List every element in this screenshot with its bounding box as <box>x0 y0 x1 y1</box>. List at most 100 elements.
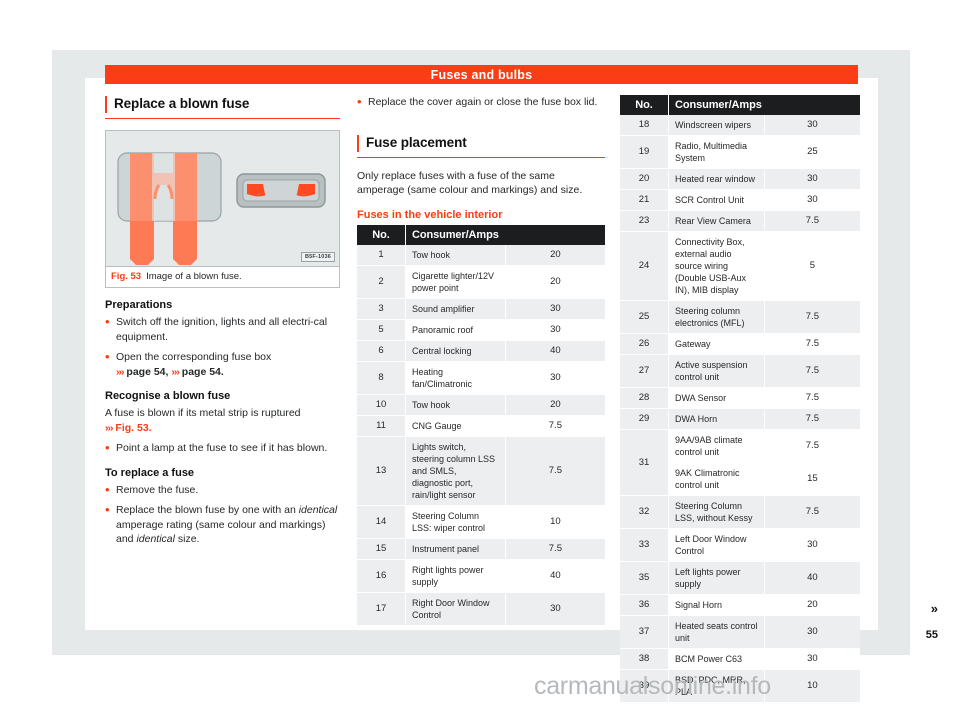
cell-consumer: BCM Power C63 <box>668 648 765 670</box>
cell-consumer: Lights switch, steering column LSS and S… <box>405 436 506 506</box>
figure-reference-53[interactable]: ››› Fig. 53. <box>105 422 152 434</box>
cell-fuse-number: 35 <box>620 561 669 595</box>
cell-consumer: Cigarette lighter/12V power point <box>405 265 506 299</box>
table-row: 2 Cigarette lighter/12V power point 20 <box>357 265 605 299</box>
cell-fuse-number: 38 <box>620 648 669 670</box>
cell-fuse-number: 8 <box>357 361 406 395</box>
paragraph-metal-strip-ruptured: A fuse is blown if its metal strip is ru… <box>105 406 340 435</box>
cell-consumer: Heated seats control unit <box>668 615 765 649</box>
table-body: 1 Tow hook 20 2 Cigarette lighter/12V power … <box>357 244 605 626</box>
cell-amps: 7.5 <box>763 210 860 232</box>
cell-consumer: Heating fan/Climatronic <box>405 361 506 395</box>
continuation-marker: » <box>930 601 938 616</box>
cell-consumer: SCR Control Unit <box>668 189 765 211</box>
cell-consumer: 9AK Climatronic control unit <box>668 462 765 496</box>
cell-consumer: DWA Horn <box>668 408 765 430</box>
table-row: 5 Panoramic roof 30 <box>357 319 605 341</box>
column-header-no: No. <box>357 224 406 245</box>
cell-amps: 7.5 <box>504 538 605 560</box>
right-column: No. Consumer/Amps 18 Windscreen wipers 30 1… <box>620 95 860 703</box>
cell-fuse-number: 36 <box>620 594 669 616</box>
table-row: 3 Sound amplifier 30 <box>357 298 605 320</box>
cell-amps: 20 <box>763 594 860 616</box>
cell-consumer: Signal Horn <box>668 594 765 616</box>
cell-consumer: Central locking <box>405 340 506 362</box>
figure-caption-text: Image of a blown fuse. <box>146 271 242 282</box>
cell-consumer: Rear View Camera <box>668 210 765 232</box>
figure-blown-fuse: B5F-1036 Fig. 53 Image of a blown fuse. <box>105 130 340 288</box>
table-header: No. Consumer/Amps <box>357 224 605 245</box>
table-row: 31 9AA/9AB climate control unit 7.5 <box>620 429 860 496</box>
page-reference-54[interactable]: ››› page 54, ››› page 54. <box>116 366 224 378</box>
table-row: 24 Connectivity Box, external audio sourc… <box>620 231 860 301</box>
cell-amps: 30 <box>763 615 860 649</box>
bullet-remove-the-fuse: Remove the fuse. <box>105 482 340 498</box>
table-row: 1 Tow hook 20 <box>357 244 605 266</box>
cell-fuse-number: 32 <box>620 495 669 529</box>
cell-consumer: Tow hook <box>405 244 506 266</box>
cell-fuse-number: 21 <box>620 189 669 211</box>
cell-fuse-number: 13 <box>357 436 406 506</box>
cell-amps: 7.5 <box>763 354 860 388</box>
table-row: 6 Central locking 40 <box>357 340 605 362</box>
cell-amps: 30 <box>763 115 860 136</box>
cell-amps: 30 <box>763 189 860 211</box>
cell-amps: 30 <box>504 298 605 320</box>
watermark: carmanualsonline.info <box>534 672 771 700</box>
figure-code-label: B5F-1036 <box>300 252 335 262</box>
cell-consumer: Steering Column LSS: wiper control <box>405 505 506 539</box>
cell-consumer: Right Door Window Control <box>405 592 506 626</box>
cell-fuse-number: 19 <box>620 135 669 169</box>
table-row: 20 Heated rear window 30 <box>620 168 860 190</box>
column-header-no: No. <box>620 95 669 115</box>
table-row: 27 Active suspension control unit 7.5 <box>620 354 860 388</box>
table-row: 11 CNG Gauge 7.5 <box>357 415 605 437</box>
left-column: Replace a blown fuse B5F-1036 Fig. 53 Im… <box>105 95 340 553</box>
bullet-point-lamp: Point a lamp at the fuse to see if it ha… <box>105 440 340 456</box>
table-row: 8 Heating fan/Climatronic 30 <box>357 361 605 395</box>
cell-amps: 7.5 <box>763 429 860 463</box>
cell-fuse-number: 27 <box>620 354 669 388</box>
cell-consumer: Tow hook <box>405 394 506 416</box>
subheading-recognise-blown-fuse: Recognise a blown fuse <box>105 390 231 402</box>
cell-amps: 7.5 <box>763 333 860 355</box>
table-row: 38 BCM Power C63 30 <box>620 648 860 670</box>
cell-fuse-number: 31 <box>620 429 669 496</box>
cell-amps: 25 <box>763 135 860 169</box>
cell-fuse-number: 23 <box>620 210 669 232</box>
cell-amps: 7.5 <box>763 495 860 529</box>
bullet-open-fuse-box: Open the corresponding fuse box ››› page… <box>105 349 340 379</box>
chapter-title-bar: Fuses and bulbs <box>105 65 858 84</box>
cell-amps: 30 <box>504 592 605 626</box>
cell-amps: 20 <box>504 394 605 416</box>
cell-amps: 7.5 <box>504 415 605 437</box>
chapter-title: Fuses and bulbs <box>430 67 533 82</box>
cell-amps: 40 <box>504 559 605 593</box>
table-row: 36 Signal Horn 20 <box>620 594 860 616</box>
cell-fuse-number: 1 <box>357 244 406 266</box>
bullet-open-fuse-box-text: Open the corresponding fuse box <box>116 351 272 363</box>
table-row: 25 Steering column electronics (MFL) 7.5 <box>620 300 860 334</box>
cell-fuse-number: 5 <box>357 319 406 341</box>
cell-fuse-number: 29 <box>620 408 669 430</box>
table-row: 18 Windscreen wipers 30 <box>620 115 860 136</box>
figure-illustration: B5F-1036 <box>106 131 339 266</box>
cell-consumer: Active suspension control unit <box>668 354 765 388</box>
table-row: 28 DWA Sensor 7.5 <box>620 387 860 409</box>
cell-consumer: Steering column electronics (MFL) <box>668 300 765 334</box>
table-row: 13 Lights switch, steering column LSS and… <box>357 436 605 506</box>
cell-amps: 40 <box>504 340 605 362</box>
table-row: 21 SCR Control Unit 30 <box>620 189 860 211</box>
cell-amps: 7.5 <box>763 300 860 334</box>
column-header-consumer-amps: Consumer/Amps <box>405 224 605 245</box>
cell-fuse-number: 6 <box>357 340 406 362</box>
table-row: 32 Steering Column LSS, without Kessy 7.5 <box>620 495 860 529</box>
cell-fuse-number: 20 <box>620 168 669 190</box>
table-row: 29 DWA Horn 7.5 <box>620 408 860 430</box>
cell-fuse-number: 16 <box>357 559 406 593</box>
cell-consumer: Gateway <box>668 333 765 355</box>
table-header-row: No. Consumer/Amps <box>620 95 860 115</box>
subheading-preparations: Preparations <box>105 299 173 311</box>
paragraph-fuse-placement-body: Only replace fuses with a fuse of the sa… <box>357 169 583 197</box>
cell-amps: 7.5 <box>763 408 860 430</box>
